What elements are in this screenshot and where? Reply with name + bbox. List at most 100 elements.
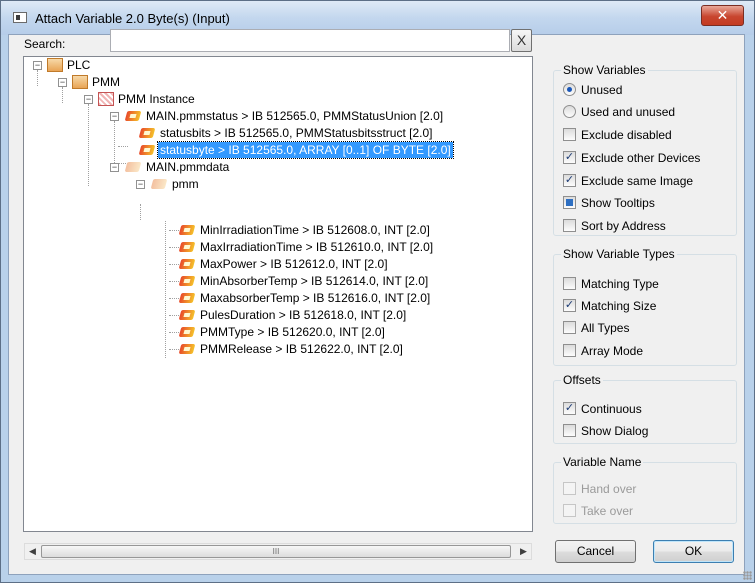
plc-icon [47,58,63,72]
tree-label: statusbits > IB 512565.0, PMMStatusbitss… [160,126,433,140]
checkbox-icon [563,504,576,518]
option-label: Array Mode [581,344,644,358]
tree-label-selected: statusbyte > IB 512565.0, ARRAY [0..1] O… [157,141,454,159]
input-variable-icon [178,276,196,286]
ok-button[interactable]: OK [653,540,734,563]
tree-label: PMM [92,75,120,89]
checkmark-icon: ✓ [563,402,576,416]
exclude-same-image-checkbox[interactable]: ✓ Exclude same Image [563,173,693,189]
input-variable-icon [178,310,196,320]
scroll-thumb[interactable]: III [41,545,511,558]
checkbox-icon [563,219,576,233]
collapse-icon[interactable]: − [136,180,145,189]
tree-label: PLC [67,58,91,72]
option-label: Matching Size [581,299,657,313]
scroll-right-icon[interactable]: ▶ [516,545,531,558]
option-label: Take over [581,504,634,518]
option-label: All Types [581,321,630,335]
close-button[interactable]: ✕ [701,5,744,26]
input-variable-icon [138,145,156,155]
checkbox-icon [563,128,576,142]
checkmark-icon: ✓ [563,299,576,313]
checkbox-icon [563,277,576,291]
search-input[interactable] [110,29,510,52]
exclude-other-devices-checkbox[interactable]: ✓ Exclude other Devices [563,150,700,166]
group-title: Variable Name [561,455,644,469]
struct-variable-icon [124,162,142,172]
collapse-icon[interactable]: − [58,78,67,87]
tree-label: MinIrradiationTime > IB 512608.0, INT [2… [200,223,430,237]
exclude-disabled-checkbox[interactable]: Exclude disabled [563,127,672,143]
checkmark-icon: ✓ [563,174,576,188]
option-label: Show Tooltips [581,196,655,210]
collapse-icon[interactable]: − [33,61,42,70]
array-mode-checkbox[interactable]: Array Mode [563,343,643,359]
input-variable-icon [178,327,196,337]
window-title: Attach Variable 2.0 Byte(s) (Input) [35,11,230,26]
option-label: Matching Type [581,277,659,291]
tree-label: MinAbsorberTemp > IB 512614.0, INT [2.0] [200,274,429,288]
tree-label: MAIN.pmmstatus > IB 512565.0, PMMStatusU… [146,109,444,123]
group-title: Offsets [561,373,603,387]
option-label: Used and unused [581,105,676,119]
matching-size-checkbox[interactable]: ✓ Matching Size [563,298,656,314]
struct-variable-icon [150,179,168,189]
option-label: Show Dialog [581,424,649,438]
checkbox-icon [563,482,576,496]
checkbox-icon [563,424,576,438]
take-over-checkbox[interactable]: Take over [563,503,633,519]
cancel-button[interactable]: Cancel [555,540,636,563]
show-dialog-checkbox[interactable]: Show Dialog [563,423,648,439]
input-variable-icon [178,344,196,354]
group-title: Show Variables [561,63,648,77]
checkbox-icon [563,344,576,358]
scroll-left-icon[interactable]: ◀ [25,545,40,558]
input-variable-icon [178,225,196,235]
input-variable-icon [138,128,156,138]
hand-over-checkbox[interactable]: Hand over [563,481,636,497]
tree-label: MaxIrradiationTime > IB 512610.0, INT [2… [200,240,434,254]
clear-search-button[interactable]: X [511,29,532,52]
search-label: Search: [24,37,66,51]
tree-label: MaxabsorberTemp > IB 512616.0, INT [2.0] [200,291,431,305]
used-and-unused-radio[interactable]: Used and unused [563,104,675,120]
radio-selected-icon [563,83,576,97]
all-types-checkbox[interactable]: All Types [563,320,629,336]
checkmark-icon: ✓ [563,151,576,165]
input-variable-icon [178,259,196,269]
option-label: Unused [581,83,623,97]
tree-label: PulesDuration > IB 512618.0, INT [2.0] [200,308,407,322]
window-icon [13,12,27,23]
collapse-icon[interactable]: − [84,95,93,104]
variable-tree[interactable]: − PLC − PMM − PMM Instance − MAIN.pmmsta… [23,56,533,532]
sort-by-address-checkbox[interactable]: Sort by Address [563,218,666,234]
indeterminate-checkbox-icon [563,196,576,210]
input-variable-icon [124,111,142,121]
tree-label: MaxPower > IB 512612.0, INT [2.0] [200,257,388,271]
option-label: Exclude same Image [581,174,694,188]
option-label: Hand over [581,482,637,496]
pmm-device-icon [72,75,88,89]
radio-icon [563,105,576,119]
tree-label: pmm [172,177,199,191]
tree-label: MAIN.pmmdata [146,160,230,174]
option-label: Exclude other Devices [581,151,701,165]
option-label: Exclude disabled [581,128,672,142]
input-variable-icon [178,293,196,303]
continuous-checkbox[interactable]: ✓ Continuous [563,401,642,417]
option-label: Continuous [581,402,642,416]
input-variable-icon [178,242,196,252]
tree-label: PMMRelease > IB 512622.0, INT [2.0] [200,342,403,356]
group-title: Show Variable Types [561,247,677,261]
collapse-icon[interactable]: − [110,163,119,172]
resize-grip-icon[interactable] [743,571,752,580]
instance-icon [98,92,114,106]
show-tooltips-checkbox[interactable]: Show Tooltips [563,195,655,211]
horizontal-scrollbar[interactable]: ◀ III ▶ [24,543,532,560]
collapse-icon[interactable]: − [110,112,119,121]
tree-label: PMM Instance [118,92,195,106]
unused-radio[interactable]: Unused [563,82,622,98]
tree-label: PMMType > IB 512620.0, INT [2.0] [200,325,385,339]
option-label: Sort by Address [581,219,666,233]
matching-type-checkbox[interactable]: Matching Type [563,276,659,292]
